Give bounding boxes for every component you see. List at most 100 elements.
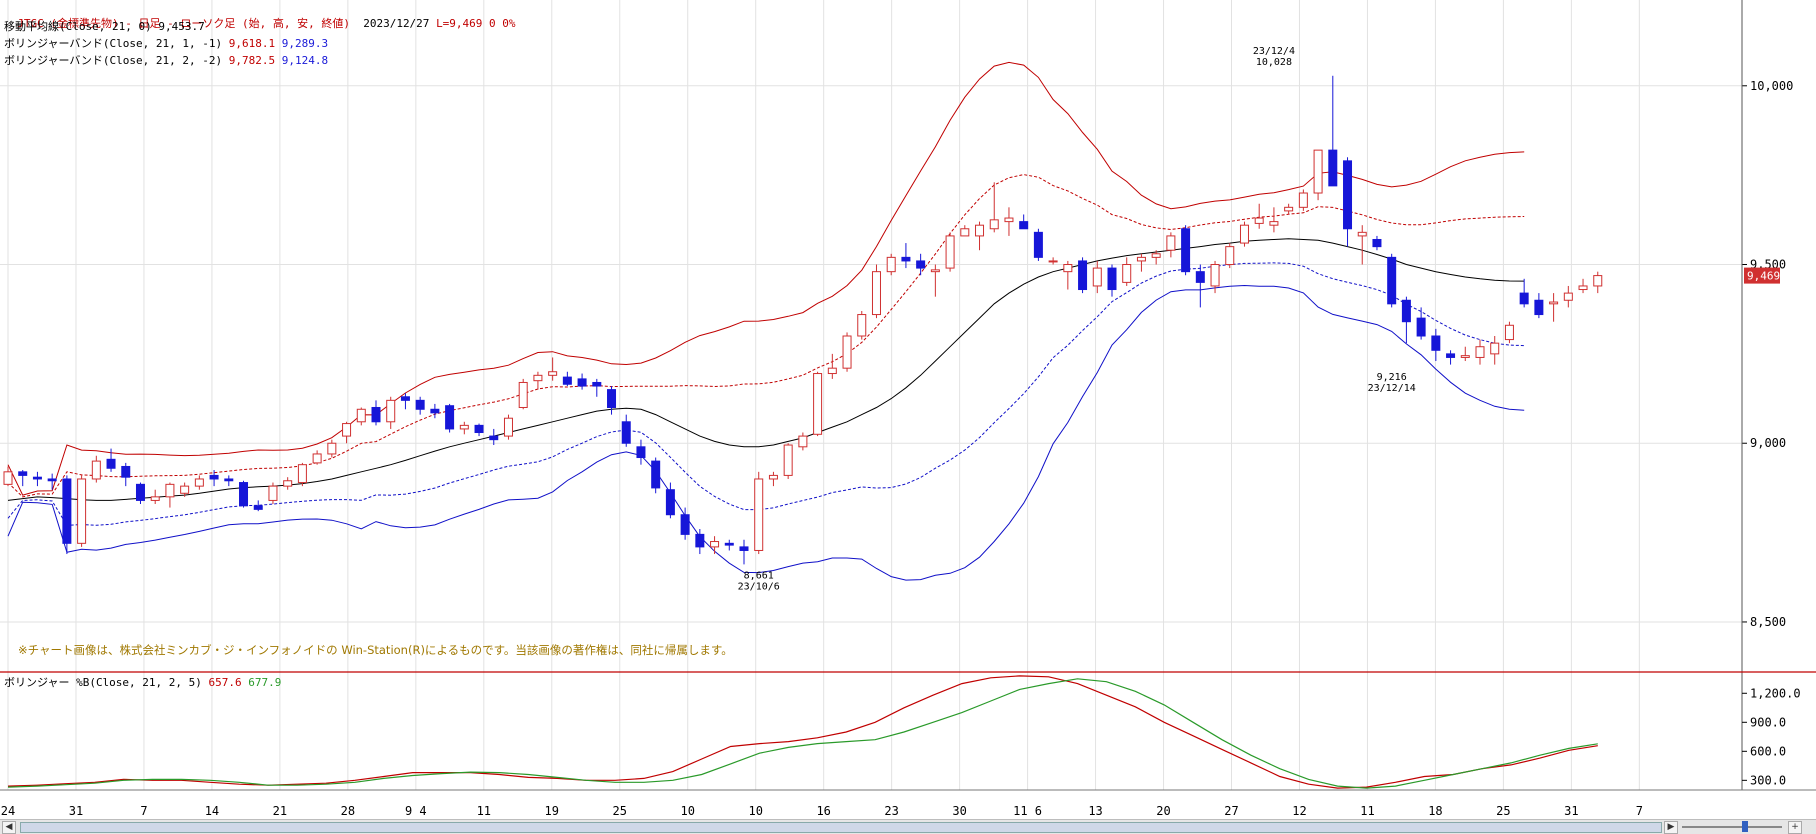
candle-body: [224, 478, 234, 482]
date-tick-label-24: 7: [1636, 804, 1643, 818]
candle-body: [253, 505, 263, 510]
candle-body: [695, 533, 705, 548]
bb1-legend: ボリンジャーバンド(Close, 21, 1, -1) 9,618.1 9,28…: [4, 37, 328, 50]
candle-body: [1195, 271, 1205, 283]
candle-body: [1519, 292, 1529, 305]
candle-body: [1313, 149, 1323, 194]
candle-body: [945, 235, 955, 269]
candle-body: [1593, 275, 1603, 287]
bollinger-upper-2sd: [7, 61, 1525, 496]
candle-body: [1107, 267, 1117, 291]
candle-body: [1460, 355, 1470, 358]
triangle-right-icon[interactable]: ▶: [1664, 821, 1678, 834]
candle-body: [327, 442, 337, 455]
candle-body: [1122, 264, 1132, 283]
date-tick-label-13: 23: [884, 804, 898, 818]
date-tick-label-1: 31: [69, 804, 83, 818]
annotation-line2-0: 10,028: [1256, 57, 1292, 68]
candle-body: [651, 460, 661, 489]
candle-body: [209, 474, 219, 480]
candle-body: [930, 269, 940, 273]
candle-body: [1225, 246, 1235, 266]
candle-body: [665, 489, 675, 516]
scrollbar-thumb[interactable]: [20, 822, 1662, 833]
candle-body: [135, 483, 145, 501]
date-tick-label-7: 11: [477, 804, 491, 818]
triangle-left-icon[interactable]: ◀: [2, 821, 16, 834]
candle-body: [607, 389, 617, 408]
candle-body: [1387, 256, 1397, 305]
candle-body: [754, 478, 764, 551]
date-tick-label-6: 9 4: [405, 804, 427, 818]
ma-legend: 移動平均線(Close, 21, 0) 9,453.7: [4, 20, 205, 33]
candle-body: [739, 546, 749, 551]
zoom-in-icon[interactable]: +: [1788, 821, 1802, 834]
last-price: L=9,469: [436, 17, 483, 30]
date-tick-label-18: 27: [1224, 804, 1238, 818]
candle-body: [548, 371, 558, 376]
candle-body: [503, 417, 513, 437]
pctb-tick-label-3: 1,200.0: [1750, 686, 1801, 700]
price-tick-label-0: 8,500: [1750, 615, 1786, 629]
candle-body: [400, 396, 410, 401]
candle-body: [474, 424, 484, 434]
zoom-slider[interactable]: [1682, 826, 1782, 828]
pctb-tick-label-0: 300.0: [1750, 773, 1786, 787]
bb2-upper: 9,782.5: [228, 54, 276, 67]
candle-body: [1019, 221, 1029, 230]
candle-body: [1357, 231, 1367, 237]
date-tick-label-21: 18: [1428, 804, 1442, 818]
bollinger-upper-1sd: [7, 174, 1525, 498]
candle-body: [827, 367, 837, 375]
candle-body: [283, 480, 293, 487]
copyright-note: ※チャート画像は、株式会社ミンカブ・ジ・インフォノイドの Win-Station…: [18, 643, 733, 657]
candle-body: [989, 219, 999, 230]
candle-body: [62, 478, 72, 544]
candle-body: [1033, 231, 1043, 258]
horizontal-scrollbar[interactable]: ◀ ▶ +: [0, 819, 1816, 834]
candle-body: [768, 474, 778, 480]
candle-body: [857, 314, 867, 337]
candle-body: [871, 271, 881, 316]
candle-body: [180, 485, 190, 494]
candle-body: [562, 376, 572, 385]
candle-body: [297, 464, 307, 484]
bb2-label: ボリンジャーバンド(Close, 21, 2, -2): [4, 54, 223, 67]
price-tick-label-3: 10,000: [1750, 79, 1793, 93]
date-tick-label-16: 13: [1088, 804, 1102, 818]
candle-body: [371, 406, 381, 423]
candle-body: [1048, 260, 1058, 263]
candle-body: [901, 256, 911, 262]
candle-body: [1446, 353, 1456, 358]
candle-body: [445, 405, 455, 430]
date-tick-label-22: 25: [1496, 804, 1510, 818]
date-tick-label-3: 14: [205, 804, 219, 818]
candle-body: [1475, 346, 1485, 358]
date-tick-label-14: 30: [952, 804, 966, 818]
candle-body: [239, 482, 249, 507]
candle-body: [165, 483, 175, 498]
bollinger-lower-1sd: [7, 262, 1525, 526]
candle-body: [680, 514, 690, 535]
candle-body: [1563, 292, 1573, 301]
pctb-value-1: 657.6: [208, 676, 242, 689]
candle-body: [1328, 149, 1338, 187]
pctb-label: ボリンジャー %B(Close, 21, 2, 5): [4, 676, 202, 689]
candle-body: [1166, 235, 1176, 251]
candle-body: [1343, 160, 1353, 230]
candle-body: [77, 478, 87, 544]
date-tick-label-0: 24: [1, 804, 15, 818]
bb1-label: ボリンジャーバンド(Close, 21, 1, -1): [4, 37, 223, 50]
pctb-series-0: [7, 675, 1598, 789]
candle-body: [1239, 224, 1249, 244]
candle-body: [18, 471, 28, 476]
candle-body: [1136, 256, 1146, 262]
candle-body: [194, 478, 204, 487]
candle-body: [312, 453, 322, 464]
candle-body: [1151, 253, 1161, 258]
candle-body: [960, 228, 970, 237]
candle-body: [489, 435, 499, 441]
bb2-lower: 9,124.8: [281, 54, 329, 67]
zoom-slider-knob[interactable]: [1742, 821, 1748, 832]
candle-body: [1534, 299, 1544, 316]
